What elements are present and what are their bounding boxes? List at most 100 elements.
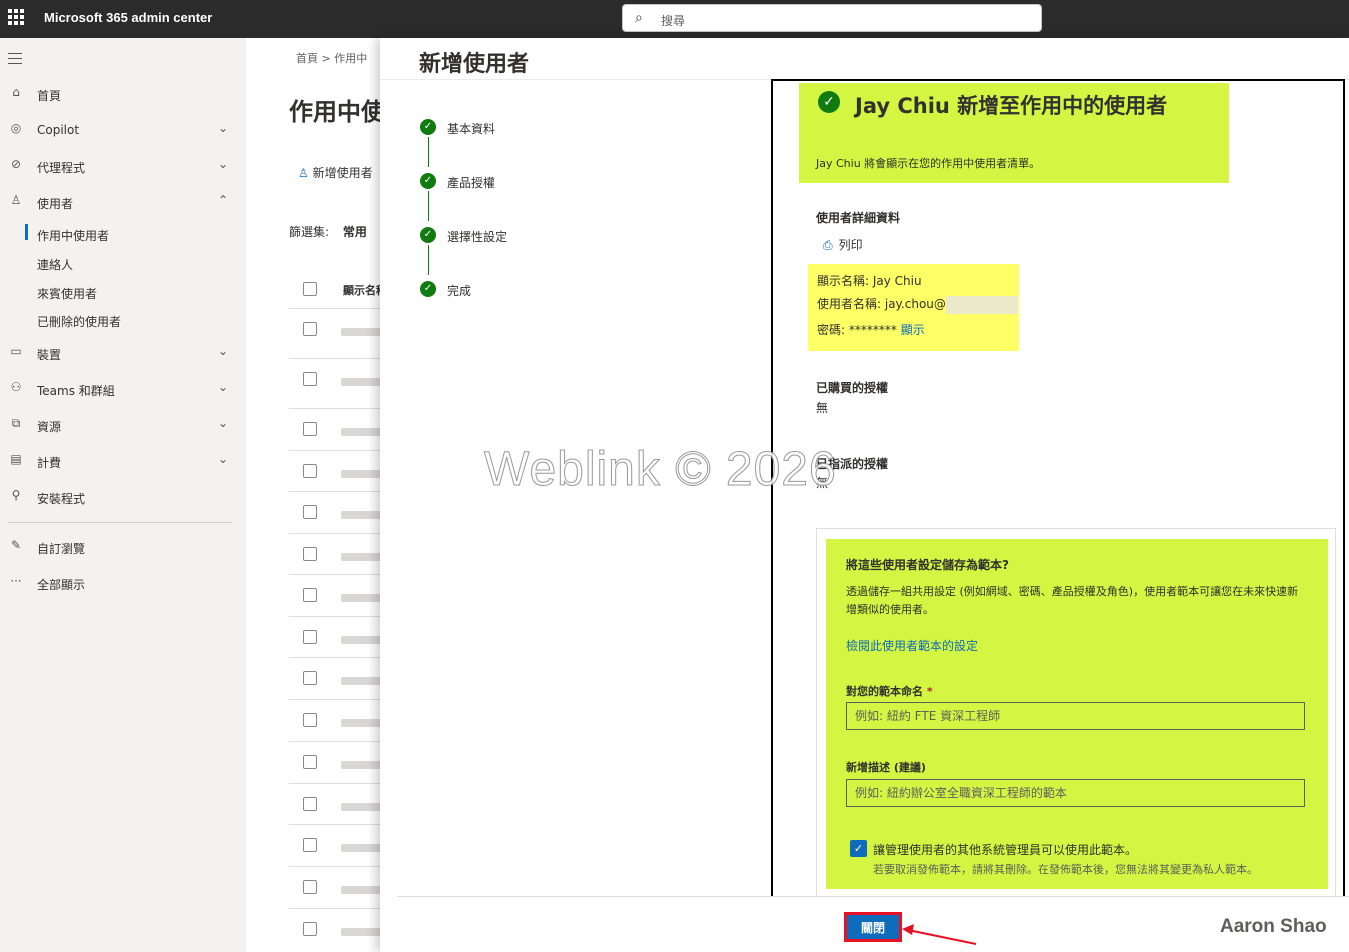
review-template-link[interactable]: 檢閱此使用者範本的設定	[846, 637, 978, 654]
share-template-checkbox[interactable]: ✓	[850, 840, 867, 857]
nav-label: 全部顯示	[37, 578, 86, 592]
table-divider	[289, 358, 389, 359]
filter-value[interactable]: 常用	[343, 225, 367, 239]
nav-item-agents[interactable]: ⊘ 代理程式 ⌄	[0, 152, 246, 180]
row-checkbox[interactable]	[303, 755, 317, 769]
step-connector	[428, 191, 429, 221]
step-label: 選擇性設定	[447, 230, 508, 244]
nav-item-teams[interactable]: ⚇ Teams 和群組 ⌄	[0, 375, 246, 403]
check-circle-icon: ✓	[818, 91, 840, 113]
table-row	[341, 886, 381, 894]
nav-item-users[interactable]: ♙ 使用者 ⌃	[0, 188, 246, 216]
add-user-label: 新增使用者	[312, 166, 373, 180]
row-checkbox[interactable]	[303, 922, 317, 936]
template-name-input[interactable]	[846, 702, 1305, 730]
show-password-link[interactable]: 顯示	[901, 323, 925, 337]
row-checkbox[interactable]	[303, 713, 317, 727]
table-divider	[289, 408, 389, 409]
table-row	[341, 594, 381, 602]
nav-sub-active-users[interactable]: 作用中使用者	[0, 222, 246, 246]
step-connector	[428, 245, 429, 275]
share-template-label[interactable]: 讓管理使用者的其他系統管理員可以使用此範本。	[873, 841, 1137, 858]
nav-item-copilot[interactable]: ◎ Copilot ⌄	[0, 116, 246, 144]
user-details-heading: 使用者詳細資料	[816, 211, 901, 225]
row-checkbox[interactable]	[303, 464, 317, 478]
search-icon: ⌕	[635, 10, 643, 26]
chevron-down-icon: ⌄	[218, 380, 229, 394]
search-input[interactable]: 搜尋	[661, 12, 685, 29]
table-divider	[289, 908, 389, 909]
row-checkbox[interactable]	[303, 505, 317, 519]
success-banner: ✓ Jay Chiu 新增至作用中的使用者 Jay Chiu 將會顯示在您的作用…	[799, 83, 1229, 183]
teams-icon: ⚇	[10, 380, 22, 394]
billing-icon: ▤	[10, 452, 22, 466]
step-label: 完成	[447, 284, 472, 298]
nav-item-show-all[interactable]: ··· 全部顯示	[0, 569, 246, 597]
table-divider	[289, 866, 389, 867]
close-button[interactable]: 關閉	[844, 912, 902, 942]
username-value: 使用者名稱: jay.chou@	[817, 297, 946, 311]
nav-item-resources[interactable]: ⧉ 資源 ⌄	[0, 411, 246, 439]
nav-item-billing[interactable]: ▤ 計費 ⌄	[0, 447, 246, 475]
author-signature: Aaron Shao	[1220, 916, 1327, 937]
row-checkbox[interactable]	[303, 880, 317, 894]
redacted-domain	[945, 295, 1018, 314]
table-divider	[289, 491, 389, 492]
customize-icon: ✎	[10, 538, 22, 552]
nav-item-setup[interactable]: ⚲ 安裝程式	[0, 483, 246, 511]
print-button[interactable]: ⎙ 列印	[823, 236, 863, 253]
nav-item-customize[interactable]: ✎ 自訂瀏覽	[0, 533, 246, 561]
chevron-down-icon: ⌄	[218, 452, 229, 466]
row-checkbox[interactable]	[303, 630, 317, 644]
display-name-row: 顯示名稱: Jay Chiu	[817, 274, 922, 288]
chevron-up-icon: ⌃	[218, 193, 229, 207]
row-checkbox[interactable]	[303, 588, 317, 602]
nav-sub-guest-users[interactable]: 來賓使用者	[0, 280, 246, 304]
template-highlight: 將這些使用者設定儲存為範本? 透過儲存一組共用設定 (例如網域、密碼、產品授權及…	[826, 539, 1328, 889]
row-checkbox[interactable]	[303, 322, 317, 336]
panel-title: 新增使用者	[419, 52, 530, 77]
template-name-label: 對您的範本命名 *	[846, 683, 933, 699]
breadcrumb[interactable]: 首頁 > 作用中	[296, 50, 367, 66]
required-marker: *	[926, 685, 933, 698]
row-checkbox[interactable]	[303, 797, 317, 811]
nav-sub-deleted-users[interactable]: 已刪除的使用者	[0, 308, 246, 332]
check-circle-icon: ✓	[420, 281, 436, 297]
nav-sub-contacts[interactable]: 連絡人	[0, 251, 246, 275]
search-box[interactable]: ⌕ 搜尋	[622, 4, 1042, 32]
save-template-card: 將這些使用者設定儲存為範本? 透過儲存一組共用設定 (例如網域、密碼、產品授權及…	[816, 528, 1336, 897]
filter-set[interactable]: 篩選集: 常用	[289, 223, 367, 240]
template-desc-label: 新增描述 (建議)	[846, 761, 926, 774]
table-row	[341, 428, 381, 436]
row-checkbox[interactable]	[303, 671, 317, 685]
add-user-icon: ♙	[298, 166, 313, 180]
select-all-checkbox[interactable]	[303, 282, 317, 296]
step-label: 產品授權	[447, 176, 496, 190]
app-launcher-icon[interactable]	[8, 9, 24, 25]
check-circle-icon: ✓	[420, 173, 436, 189]
background-page: 首頁 > 作用中 作用中使 ♙ 新增使用者 篩選集: 常用 顯示名稱	[246, 38, 389, 952]
row-checkbox[interactable]	[303, 422, 317, 436]
nav-sub-label: 作用中使用者	[37, 229, 110, 243]
nav-item-home[interactable]: ⌂ 首頁	[0, 80, 246, 108]
row-checkbox[interactable]	[303, 547, 317, 561]
nav-label: Copilot	[37, 123, 80, 137]
hamburger-icon[interactable]	[8, 53, 22, 68]
app-title[interactable]: Microsoft 365 admin center	[44, 10, 212, 25]
step-connector	[428, 137, 429, 167]
nav-item-devices[interactable]: ▭ 裝置 ⌄	[0, 339, 246, 367]
row-checkbox[interactable]	[303, 838, 317, 852]
table-divider	[289, 783, 389, 784]
filter-label: 篩選集:	[289, 225, 330, 239]
table-row	[341, 844, 381, 852]
template-desc-input[interactable]	[846, 779, 1305, 807]
row-checkbox[interactable]	[303, 372, 317, 386]
table-divider	[289, 741, 389, 742]
table-divider	[289, 308, 389, 309]
table-divider	[289, 533, 389, 534]
password-value: 密碼: ********	[817, 323, 901, 337]
print-label: 列印	[838, 238, 863, 252]
add-user-button[interactable]: ♙ 新增使用者	[298, 164, 373, 181]
table-row	[341, 511, 381, 519]
success-subtitle: Jay Chiu 將會顯示在您的作用中使用者清單。	[816, 157, 1041, 170]
